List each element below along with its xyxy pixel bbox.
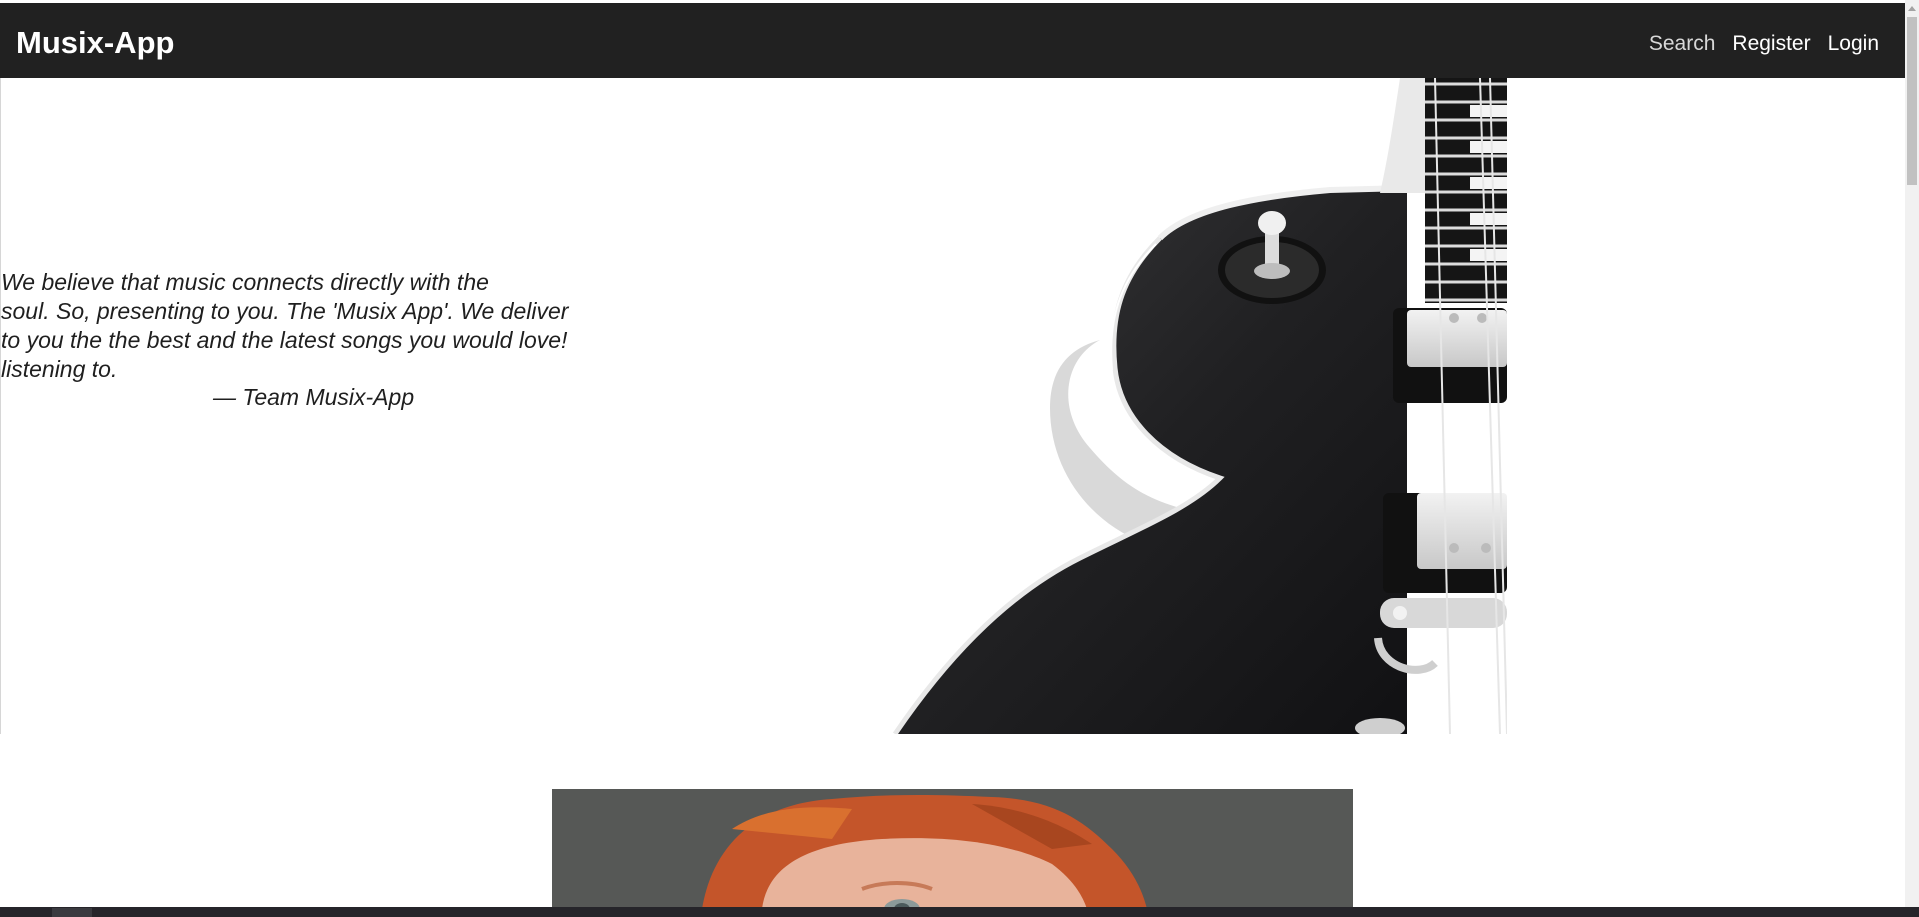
taskbar (0, 907, 1919, 917)
nav-register-link[interactable]: Register (1732, 32, 1810, 56)
quote-line: to you the the best and the latest songs… (1, 327, 568, 353)
guitar-image (892, 78, 1507, 734)
quote-line: soul. So, presenting to you. The 'Musix … (1, 298, 569, 324)
scrollbar-thumb[interactable] (1907, 17, 1917, 185)
hero-quote: We believe that music connects directly … (1, 268, 601, 384)
hero-divider (0, 78, 1, 734)
quote-line: We believe that music connects directly … (1, 269, 489, 295)
artist-photo (552, 789, 1353, 909)
brand-logo[interactable]: Musix-App (16, 25, 174, 61)
taskbar-item[interactable] (52, 908, 92, 917)
scroll-up-arrow-icon[interactable] (1908, 6, 1916, 11)
vertical-scrollbar[interactable] (1905, 0, 1919, 907)
page: Musix-App Search Register Login We belie… (0, 0, 1919, 917)
nav-login-link[interactable]: Login (1828, 32, 1879, 56)
nav-search-link[interactable]: Search (1649, 32, 1716, 56)
quote-author: — Team Musix-App (213, 384, 415, 410)
quote-line: listening to. (1, 356, 118, 382)
nav-links: Search Register Login (1649, 32, 1879, 56)
navbar: Musix-App Search Register Login (0, 3, 1905, 78)
